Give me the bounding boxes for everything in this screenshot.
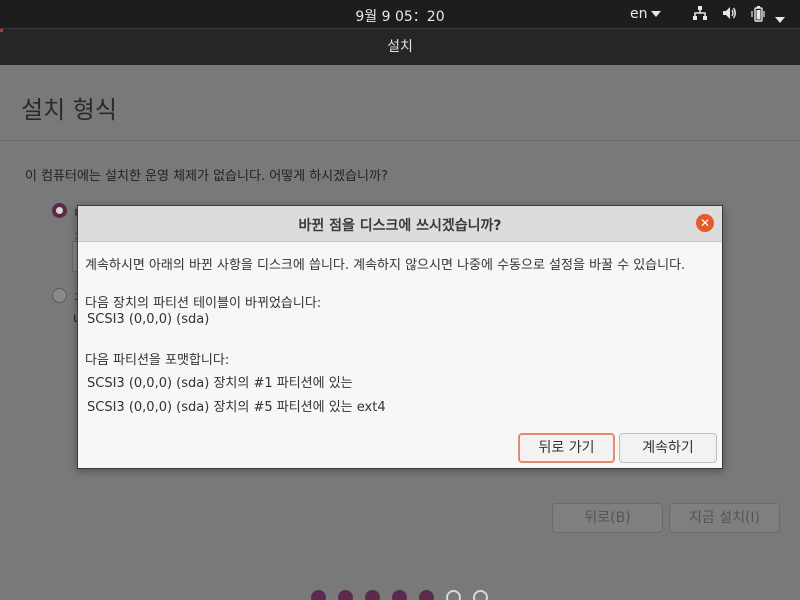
dialog-intro: 계속하시면 아래의 바뀐 사항을 디스크에 씁니다. 계속하지 않으시면 나중에… — [85, 258, 686, 273]
partition-table-heading: 다음 장치의 파티션 테이블이 바뀌었습니다: — [85, 296, 322, 311]
volume-icon[interactable] — [721, 5, 737, 25]
close-icon[interactable]: ✕ — [696, 214, 714, 232]
progress-dot — [365, 590, 380, 600]
progress-dot — [338, 590, 353, 600]
continue-button[interactable]: 계속하기 — [619, 433, 717, 463]
dialog-title: 바뀐 점을 디스크에 쓰시겠습니까? — [298, 218, 502, 234]
dialog-header: 바뀐 점을 디스크에 쓰시겠습니까? ✕ — [78, 206, 722, 242]
go-back-button[interactable]: 뒤로 가기 — [518, 433, 615, 463]
clock[interactable]: 9월 9 05：20 — [0, 6, 800, 26]
option-2-radio[interactable] — [52, 288, 67, 303]
language-caret-icon[interactable] — [651, 11, 661, 17]
battery-icon[interactable] — [750, 5, 766, 27]
language-indicator[interactable]: en — [630, 6, 648, 22]
format-heading: 다음 파티션을 포맷합니다: — [85, 353, 230, 368]
page-title: 설치 형식 — [21, 96, 117, 124]
format-item: SCSI3 (0,0,0) (sda) 장치의 #5 파티션에 있는 ext4 — [87, 400, 386, 415]
install-question: 이 컴퓨터에는 설치한 운영 체제가 없습니다. 어떻게 하시겠습니까? — [25, 169, 388, 184]
heading-divider — [0, 140, 800, 141]
option-1-radio[interactable] — [52, 203, 67, 218]
network-icon[interactable] — [692, 5, 708, 25]
window-accent — [0, 29, 3, 32]
window-titlebar: 설치 — [0, 28, 800, 65]
top-panel: 9월 9 05：20 en — [0, 0, 800, 28]
system-menu-caret-icon[interactable] — [775, 11, 785, 27]
progress-dot — [311, 590, 326, 600]
install-now-button[interactable]: 지금 설치(I) — [669, 503, 780, 533]
progress-dot — [446, 590, 461, 600]
progress-dot — [392, 590, 407, 600]
progress-dot — [419, 590, 434, 600]
confirm-dialog: 바뀐 점을 디스크에 쓰시겠습니까? ✕ 계속하시면 아래의 바뀐 사항을 디스… — [77, 205, 723, 469]
format-item: SCSI3 (0,0,0) (sda) 장치의 #1 파티션에 있는 — [87, 376, 353, 391]
progress-dot — [473, 590, 488, 600]
back-button[interactable]: 뒤로(B) — [552, 503, 663, 533]
partition-table-device: SCSI3 (0,0,0) (sda) — [87, 312, 210, 327]
window-title: 설치 — [387, 39, 413, 55]
